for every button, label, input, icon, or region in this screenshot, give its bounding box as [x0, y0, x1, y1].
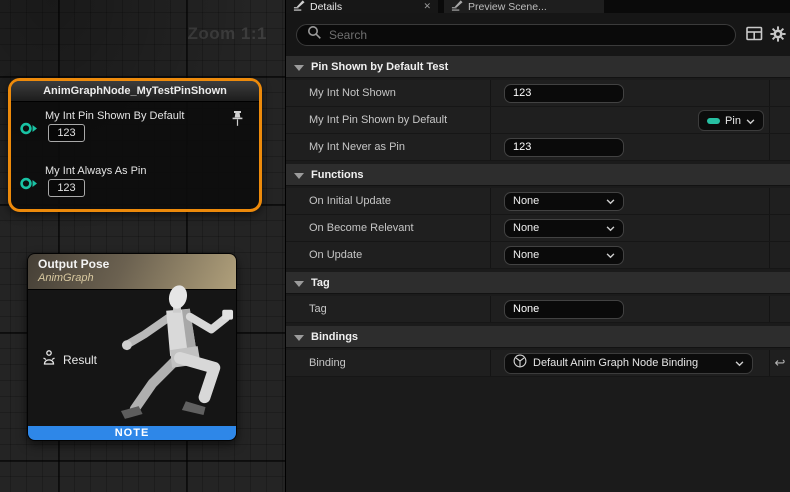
panel-tab-bar: Details ✕ Preview Scene...: [286, 0, 790, 13]
search-toolbar: [286, 13, 790, 56]
reset-column: [770, 80, 790, 106]
tab-details[interactable]: Details ✕: [286, 0, 438, 13]
node-subtitle: AnimGraph: [38, 272, 226, 284]
details-pencil-icon: [451, 0, 463, 14]
graph-editor-canvas[interactable]: Zoom 1:1 AnimGraphNode_MyTestPinShown My…: [0, 0, 285, 492]
person-pose-icon: [42, 350, 56, 370]
section-header-bindings[interactable]: Bindings: [286, 326, 790, 348]
property-label: My Int Pin Shown by Default: [286, 107, 491, 133]
reset-column: [770, 242, 790, 268]
reset-column: [770, 215, 790, 241]
chevron-expanded-icon: [294, 274, 304, 292]
binding-circle-icon: [513, 354, 527, 373]
property-label: My Int Not Shown: [286, 80, 491, 106]
property-row: Binding Default Anim Graph Node Binding …: [286, 350, 790, 377]
result-pin[interactable]: Result: [42, 350, 97, 370]
search-input[interactable]: [329, 28, 725, 42]
function-dropdown[interactable]: None: [504, 219, 624, 238]
pin-value-field[interactable]: 123: [48, 179, 85, 197]
section-header-functions[interactable]: Functions: [286, 164, 790, 186]
property-row: My Int Not Shown: [286, 80, 790, 107]
property-row: On Become Relevant None: [286, 215, 790, 242]
search-icon: [307, 25, 322, 45]
node-pin-row: My Int Always As Pin 123: [11, 165, 259, 215]
anim-blueprint-editor: Zoom 1:1 AnimGraphNode_MyTestPinShown My…: [0, 0, 790, 492]
function-dropdown[interactable]: None: [504, 192, 624, 211]
chevron-expanded-icon: [294, 328, 304, 346]
chevron-expanded-icon: [294, 58, 304, 76]
property-row: My Int Never as Pin: [286, 134, 790, 161]
properties-list: Pin Shown by Default Test My Int Not Sho…: [286, 56, 790, 377]
property-row: On Initial Update None: [286, 188, 790, 215]
running-mannequin-image: [119, 285, 235, 430]
chevron-expanded-icon: [294, 166, 304, 184]
reset-to-default-icon[interactable]: ↩: [770, 350, 790, 376]
note-bar[interactable]: NOTE: [28, 426, 236, 440]
function-dropdown[interactable]: None: [504, 246, 624, 265]
property-row: Tag: [286, 296, 790, 323]
reset-column: [770, 107, 790, 133]
int-value-input[interactable]: [504, 138, 624, 157]
section-header-tag[interactable]: Tag: [286, 272, 790, 294]
tag-input[interactable]: [504, 300, 624, 319]
details-panel: Details ✕ Preview Scene...: [285, 0, 790, 492]
property-label: On Initial Update: [286, 188, 491, 214]
property-row: My Int Pin Shown by Default Pin: [286, 107, 790, 134]
tab-preview-scene[interactable]: Preview Scene...: [444, 0, 604, 13]
reset-column: [770, 188, 790, 214]
details-pencil-icon: [293, 0, 305, 14]
int-pin-icon[interactable]: [20, 177, 38, 195]
property-label: My Int Never as Pin: [286, 134, 491, 160]
zoom-level-label: Zoom 1:1: [187, 24, 267, 44]
property-label: Binding: [286, 350, 491, 376]
anim-graph-test-node[interactable]: AnimGraphNode_MyTestPinShown My Int Pin …: [8, 78, 262, 212]
property-label: On Become Relevant: [286, 215, 491, 241]
node-title[interactable]: AnimGraphNode_MyTestPinShown: [11, 81, 259, 102]
pin-pill-icon: [707, 118, 720, 124]
tab-label: Details: [310, 1, 342, 13]
pin-label: My Int Pin Shown By Default: [45, 110, 184, 122]
chevron-down-icon: [606, 192, 615, 210]
node-title: Output Pose: [38, 257, 226, 271]
property-row: On Update None: [286, 242, 790, 269]
settings-gear-icon[interactable]: [770, 26, 786, 47]
pin-mode-dropdown[interactable]: Pin: [698, 110, 764, 131]
pushpin-icon[interactable]: [230, 110, 245, 132]
chevron-down-icon: [746, 112, 755, 130]
search-box[interactable]: [296, 24, 736, 46]
section-header-pin-test[interactable]: Pin Shown by Default Test: [286, 56, 790, 78]
binding-dropdown[interactable]: Default Anim Graph Node Binding: [504, 353, 753, 374]
chevron-down-icon: [606, 246, 615, 264]
output-pose-node[interactable]: Output Pose AnimGraph: [27, 253, 237, 441]
result-pin-label: Result: [63, 353, 97, 367]
node-pin-row: My Int Pin Shown By Default 123: [11, 110, 259, 160]
property-label: On Update: [286, 242, 491, 268]
reset-column: [770, 296, 790, 322]
property-label: Tag: [286, 296, 491, 322]
pin-value-field[interactable]: 123: [48, 124, 85, 142]
display-filter-table-icon[interactable]: [746, 26, 763, 46]
chevron-down-icon: [735, 354, 744, 372]
chevron-down-icon: [606, 219, 615, 237]
pin-label: My Int Always As Pin: [45, 165, 146, 177]
int-value-input[interactable]: [504, 84, 624, 103]
int-pin-icon[interactable]: [20, 122, 38, 140]
tab-label: Preview Scene...: [468, 1, 547, 13]
close-icon[interactable]: ✕: [423, 1, 431, 12]
reset-column: [770, 134, 790, 160]
